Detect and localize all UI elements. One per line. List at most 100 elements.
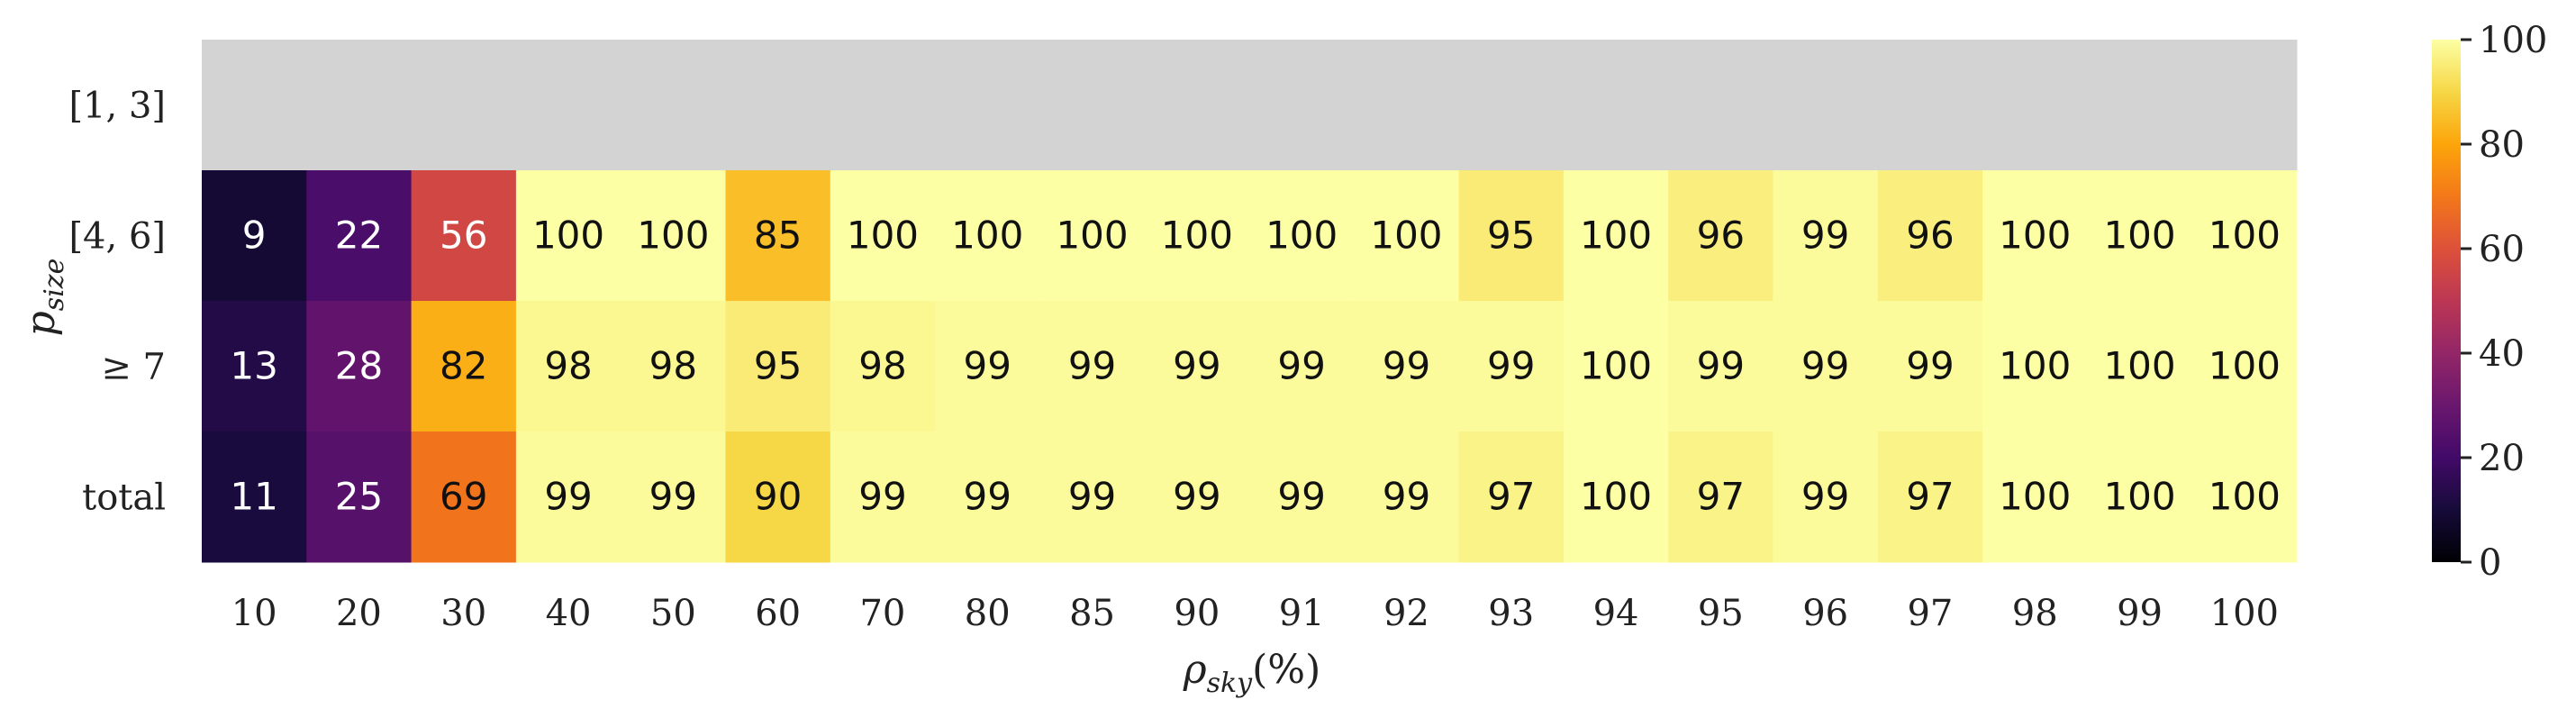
heatmap-cell-label: 100	[2209, 214, 2281, 258]
heatmap-cell-label: 99	[1173, 344, 1220, 388]
heatmap-cell-label: 97	[1906, 475, 1954, 519]
heatmap-cell	[1354, 40, 1460, 171]
colorbar-ticks: 0 20 40 60 80 100	[2461, 20, 2547, 584]
heatmap-chart: 9 22 56 100 100 85 100 100 100 100 100 100 95 100 96 99…	[0, 0, 2576, 722]
heatmap-cell-label: 98	[649, 344, 697, 388]
x-tick-label: 85	[1069, 593, 1115, 634]
y-axis-label: psize	[18, 259, 70, 337]
heatmap-cell-label: 11	[230, 475, 277, 519]
heatmap-cell-label: 100	[847, 214, 919, 258]
heatmap-cell-label: 99	[1801, 475, 1849, 519]
heatmap-cell-label: 56	[440, 214, 487, 258]
heatmap-cell	[1982, 40, 2088, 171]
heatmap-cell-label: 28	[335, 344, 383, 388]
heatmap-cell	[1877, 40, 1983, 171]
heatmap-cell-label: 97	[1487, 475, 1535, 519]
heatmap-cell	[830, 40, 936, 171]
colorbar-tick-label: 100	[2479, 20, 2547, 61]
x-tick-label: 70	[859, 593, 905, 634]
heatmap-cell-label: 99	[1383, 344, 1430, 388]
heatmap-cell-label: 99	[1801, 214, 1849, 258]
x-tick-label: 100	[2210, 593, 2279, 634]
heatmap-cell-label: 99	[1068, 344, 1116, 388]
heatmap-cell-label: 100	[2209, 475, 2281, 519]
x-tick-label: 50	[650, 593, 696, 634]
heatmap-cell-label: 99	[1068, 475, 1116, 519]
colorbar-tick-label: 60	[2479, 229, 2525, 270]
colorbar-tick-label: 20	[2479, 438, 2525, 479]
colorbar-tick-label: 0	[2479, 542, 2501, 584]
heatmap-cell-label: 9	[242, 214, 267, 258]
heatmap-cell	[2087, 40, 2193, 171]
heatmap-cell	[1458, 40, 1565, 171]
heatmap-cell-label: 100	[637, 214, 709, 258]
heatmap-cell-label: 99	[1801, 344, 1849, 388]
heatmap-cell-label: 25	[335, 475, 383, 519]
heatmap-cell	[621, 40, 726, 171]
x-tick-label: 30	[440, 593, 486, 634]
heatmap-cell-label: 98	[544, 344, 592, 388]
x-tick-label: 91	[1279, 593, 1325, 634]
heatmap-cell	[515, 40, 621, 171]
heatmap-cell-label: 96	[1906, 214, 1954, 258]
heatmap-cell-label: 99	[544, 475, 592, 519]
heatmap-cell-label: 99	[964, 344, 1011, 388]
heatmap-cell	[1249, 40, 1355, 171]
heatmap-cell-label: 99	[1277, 475, 1325, 519]
x-tick-label: 98	[2012, 593, 2058, 634]
heatmap-cell-label: 95	[754, 344, 802, 388]
heatmap-cell	[1668, 40, 1773, 171]
heatmap-cell-label: 100	[1580, 344, 1652, 388]
heatmap-cell-label: 100	[1580, 475, 1652, 519]
heatmap-cell-label: 100	[1056, 214, 1128, 258]
heatmap-cell-label: 99	[649, 475, 697, 519]
heatmap-cell-label: 99	[1383, 475, 1430, 519]
heatmap-cell-label: 98	[858, 344, 906, 388]
heatmap-cell	[935, 40, 1040, 171]
x-tick-label: 99	[2117, 593, 2163, 634]
x-tick-label: 97	[1907, 593, 1953, 634]
heatmap-cell-label: 100	[1999, 214, 2071, 258]
heatmap-cell	[1144, 40, 1250, 171]
heatmap-cell-label: 100	[1265, 214, 1338, 258]
heatmap-cell-label: 100	[2209, 344, 2281, 388]
x-tick-label: 20	[336, 593, 382, 634]
heatmap-cell-label: 100	[2103, 214, 2175, 258]
y-tick-label: ≥ 7	[101, 347, 166, 388]
x-axis-label: ρsky(%)	[1183, 647, 1321, 699]
heatmap-cell	[2191, 40, 2298, 171]
heatmap-cell-label: 100	[532, 214, 604, 258]
x-tick-label: 92	[1383, 593, 1429, 634]
heatmap-cell-label: 100	[1580, 214, 1652, 258]
heatmap-cell	[306, 40, 413, 171]
y-axis-ticks: [1, 3] [4, 6] ≥ 7 total	[68, 86, 166, 519]
x-tick-label: 94	[1593, 593, 1639, 634]
heatmap-cell-label: 85	[754, 214, 802, 258]
heatmap-cell-label: 96	[1697, 214, 1745, 258]
x-tick-label: 80	[965, 593, 1011, 634]
heatmap-cell-label: 99	[964, 475, 1011, 519]
heatmap-cell-label: 100	[1999, 475, 2071, 519]
heatmap-cell	[725, 40, 831, 171]
x-tick-label: 95	[1698, 593, 1744, 634]
x-axis-ticks: 10 20 30 40 50 60 70 80 85 90 91 92 93 94 95 96 97 98 99 10…	[231, 593, 2279, 634]
x-tick-label: 96	[1802, 593, 1848, 634]
heatmap-cell-label: 100	[2103, 475, 2175, 519]
x-tick-label: 40	[546, 593, 592, 634]
heatmap-cell-label: 99	[1173, 475, 1220, 519]
y-tick-label: [4, 6]	[68, 216, 166, 258]
heatmap-cell	[411, 40, 517, 171]
heatmap-cells	[202, 40, 2298, 563]
x-tick-label: 10	[231, 593, 277, 634]
x-tick-label: 60	[755, 593, 801, 634]
heatmap-cell	[1039, 40, 1146, 171]
heatmap-cell-label: 99	[1277, 344, 1325, 388]
heatmap-cell-label: 100	[951, 214, 1023, 258]
x-tick-label: 93	[1488, 593, 1534, 634]
heatmap-cell-label: 99	[858, 475, 906, 519]
heatmap-cell	[1563, 40, 1669, 171]
heatmap-cell-label: 100	[1999, 344, 2071, 388]
heatmap-cell	[1773, 40, 1879, 171]
colorbar	[2432, 40, 2461, 562]
heatmap-svg: 9 22 56 100 100 85 100 100 100 100 100 100 95 100 96 99…	[18, 20, 2547, 699]
